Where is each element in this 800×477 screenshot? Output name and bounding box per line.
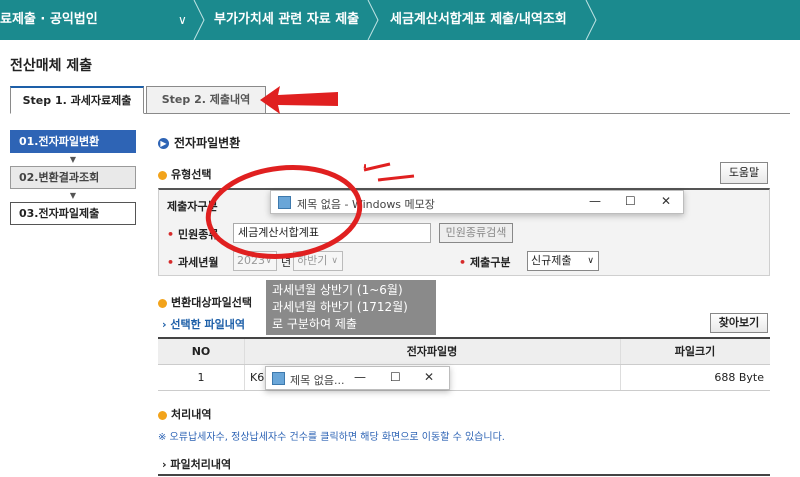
notepad-icon [272, 372, 285, 385]
breadcrumb-separator-icon [584, 0, 598, 40]
breadcrumb-separator-icon [192, 0, 206, 40]
process-heading: 처리내역 [158, 406, 211, 422]
minimize-icon[interactable]: — [589, 194, 601, 208]
chevron-down-icon: ∨ [587, 256, 594, 266]
page-title: 전산매체 제출 [10, 58, 93, 74]
tooltip-line3: 로 구분하여 제출 [272, 317, 357, 331]
bottom-divider [158, 474, 770, 476]
section-title: ▶ 전자파일변환 [158, 134, 240, 151]
col-no: NO [191, 345, 211, 358]
annotation-circle-icon [205, 164, 366, 259]
chevron-down-icon[interactable]: ∨ [178, 0, 187, 40]
annotation-marks-icon [363, 162, 415, 182]
section-title-text: 전자파일변환 [174, 136, 241, 150]
row-filesize: 688 Byte [714, 371, 764, 384]
breadcrumb-root[interactable]: 료제출 · 공익법인 [0, 0, 98, 40]
tab-step2[interactable]: Step 2. 제출내역 [146, 86, 266, 114]
tooltip-line1: 과세년월 상반기 (1~6월) [272, 283, 403, 297]
minimize-icon[interactable]: — [354, 370, 366, 384]
process-note: ※ 오류납세자수, 정상납세자수 건수를 클릭하면 해당 화면으로 이동할 수 … [158, 432, 505, 443]
maximize-icon[interactable]: ☐ [390, 370, 401, 384]
tooltip-line2: 과세년월 하반기 (1712월) [272, 300, 408, 314]
table-header: NO 전자파일명 파일크기 [158, 339, 770, 365]
file-process-link[interactable]: › 파일처리내역 [162, 456, 231, 472]
breadcrumb-vat-data[interactable]: 부가가치세 관련 자료 제출 [214, 0, 359, 40]
close-icon[interactable]: ✕ [424, 370, 434, 384]
down-arrow-icon: ▼ [69, 191, 77, 200]
col-filesize: 파일크기 [674, 345, 716, 358]
close-icon[interactable]: ✕ [661, 194, 671, 208]
file-select-label: 변환대상파일선택 [171, 296, 252, 309]
row-no: 1 [197, 371, 205, 384]
step-tabs: Step 1. 과세자료제출 Step 2. 제출내역 [10, 86, 790, 114]
section-bullet-icon: ▶ [158, 138, 169, 149]
table-row[interactable]: 1 K6 688 Byte [158, 365, 770, 391]
notepad-title: 제목 없음... [290, 374, 345, 387]
breadcrumb-tax-invoice[interactable]: 세금계산서합계표 제출/내역조회 [390, 0, 567, 40]
annotation-arrow-icon [260, 86, 338, 114]
col-filename: 전자파일명 [406, 345, 458, 358]
bullet-icon [158, 410, 167, 420]
bullet-icon [158, 170, 167, 180]
process-label: 처리내역 [171, 408, 212, 421]
step-file-convert[interactable]: 01.전자파일변환 [10, 130, 136, 153]
browse-button[interactable]: 찾아보기 [710, 313, 768, 333]
down-arrow-icon: ▼ [69, 155, 77, 164]
file-select-heading: 변환대상파일선택 [158, 294, 252, 310]
bullet-icon [158, 298, 167, 308]
step-file-submit[interactable]: 03.전자파일제출 [10, 202, 136, 225]
step-convert-result[interactable]: 02.변환결과조회 [10, 166, 136, 189]
submit-type-select[interactable]: 신규제출 ∨ [527, 251, 599, 271]
notepad-window-small[interactable]: 제목 없음... — ☐ ✕ [265, 366, 450, 390]
complaint-search-button[interactable]: 민원종류검색 [439, 223, 513, 243]
breadcrumb-separator-icon [366, 0, 380, 40]
selected-file-link[interactable]: › 선택한 파일내역 [162, 316, 245, 332]
maximize-icon[interactable]: ☐ [625, 194, 636, 208]
file-table: NO 전자파일명 파일크기 1 K6 688 Byte [158, 337, 770, 391]
annotation-tooltip: 과세년월 상반기 (1~6월) 과세년월 하반기 (1712월) 로 구분하여 … [266, 280, 436, 335]
top-navigation-bar: 료제출 · 공익법인 ∨ 부가가치세 관련 자료 제출 세금계산서합계표 제출/… [0, 0, 800, 40]
submit-type-label-text: 제출구분 [470, 256, 511, 269]
tab-step1[interactable]: Step 1. 과세자료제출 [10, 86, 144, 114]
submit-type-label: • 제출구분 [459, 256, 511, 269]
submit-type-value: 신규제출 [531, 254, 572, 267]
help-button[interactable]: 도움말 [720, 162, 768, 184]
step-menu: 01.전자파일변환 ▼ 02.변환결과조회 ▼ 03.전자파일제출 [10, 130, 136, 225]
